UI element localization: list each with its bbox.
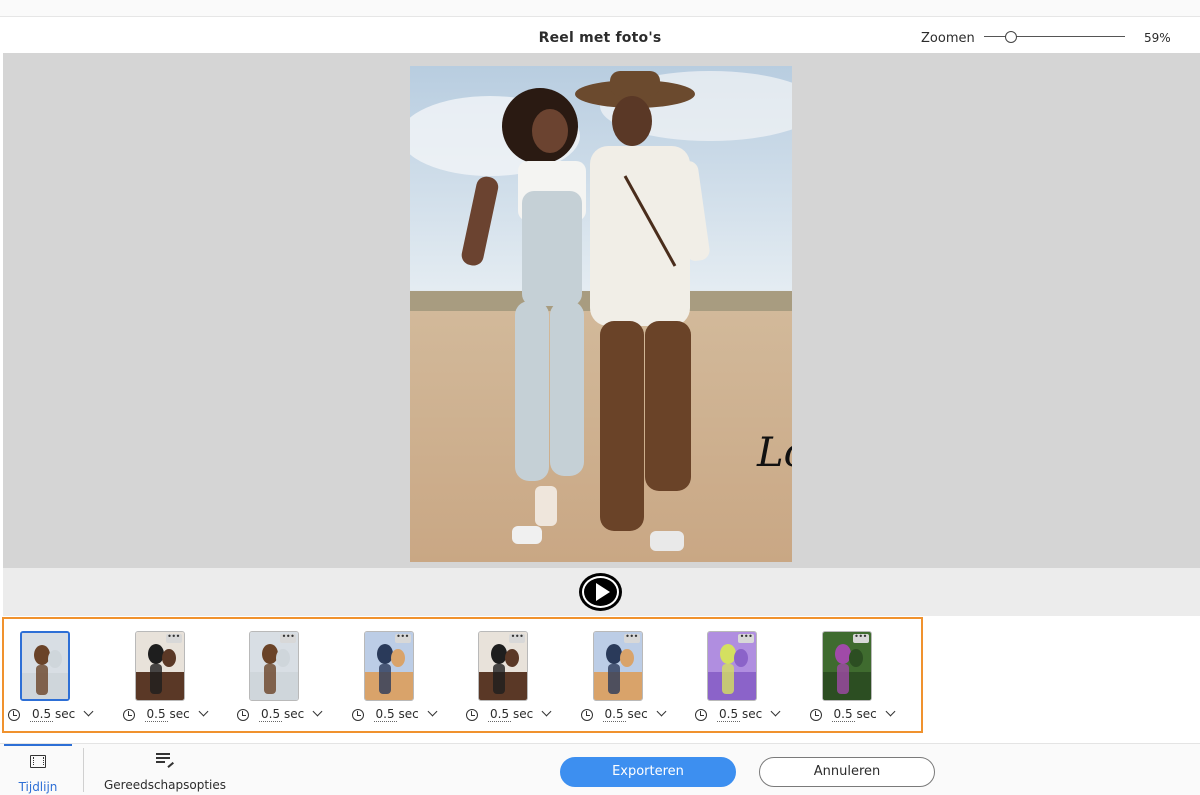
timeline-clip[interactable]: ••• 0.5 sec bbox=[122, 629, 234, 723]
duration-input[interactable]: 0.5 bbox=[144, 707, 168, 722]
clip-duration: 0.5 sec bbox=[580, 706, 680, 725]
zoom-value: 59% bbox=[1144, 31, 1171, 45]
tab-tool-options-label: Gereedschapsopties bbox=[103, 778, 227, 792]
clock-icon bbox=[466, 709, 478, 721]
duration-input[interactable]: 0.5 bbox=[717, 707, 741, 722]
clock-icon bbox=[695, 709, 707, 721]
timeline-strip: 0.5 sec ••• 0.5 sec ••• 0.5 sec ••• 0.5 sec ••• 0.5 s… bbox=[2, 617, 923, 733]
timeline-clip[interactable]: ••• 0.5 sec bbox=[580, 629, 692, 723]
clip-duration: 0.5 sec bbox=[694, 706, 794, 725]
clip-thumbnail-couple-hat-kiss[interactable]: ••• bbox=[134, 631, 185, 701]
export-button[interactable]: Exporteren bbox=[560, 757, 736, 787]
footer-divider bbox=[83, 748, 84, 792]
clip-duration: 0.5 sec bbox=[236, 706, 336, 725]
more-options-icon[interactable]: ••• bbox=[280, 633, 296, 643]
chevron-down-icon[interactable] bbox=[312, 706, 323, 717]
zoom-slider-handle[interactable] bbox=[1004, 31, 1017, 43]
clock-icon bbox=[351, 709, 364, 721]
chevron-down-icon[interactable] bbox=[198, 706, 208, 717]
duration-input[interactable]: 0.5 bbox=[373, 707, 397, 722]
clock-icon bbox=[809, 709, 822, 721]
chevron-down-icon[interactable] bbox=[770, 706, 781, 717]
zoom-label: Zoomen bbox=[921, 31, 975, 46]
duration-unit: sec bbox=[742, 707, 763, 721]
couple-walking-photo bbox=[410, 66, 792, 562]
duration-input[interactable]: 0.5 bbox=[259, 707, 283, 722]
film-strip-icon bbox=[30, 755, 46, 768]
duration-unit: sec bbox=[284, 707, 305, 721]
tool-options-icon bbox=[156, 753, 174, 768]
clip-duration: 0.5 sec bbox=[809, 706, 909, 725]
tab-timeline[interactable]: Tijdlijn bbox=[4, 744, 72, 795]
more-options-icon[interactable]: ••• bbox=[165, 633, 182, 643]
preview-area: Lo bbox=[3, 53, 1200, 568]
page-title: Reel met foto's bbox=[538, 30, 662, 46]
duration-input[interactable]: 0.5 bbox=[488, 707, 512, 722]
clock-icon bbox=[580, 709, 593, 721]
clip-duration: 0.5 sec bbox=[465, 706, 565, 725]
tab-timeline-label: Tijdlijn bbox=[18, 780, 58, 794]
duration-input[interactable]: 0.5 bbox=[30, 707, 54, 722]
clip-thumbnail-couple-hug[interactable]: ••• bbox=[363, 631, 414, 701]
duration-unit: sec bbox=[627, 707, 648, 721]
duration-unit: sec bbox=[398, 707, 419, 721]
clip-thumbnail-purple-flowers[interactable]: ••• bbox=[707, 631, 757, 701]
duration-unit: sec bbox=[55, 707, 76, 721]
duration-input[interactable]: 0.5 bbox=[831, 707, 855, 722]
more-options-icon[interactable]: ••• bbox=[509, 633, 525, 643]
footer: Tijdlijn Gereedschapsopties Exporteren A… bbox=[0, 743, 1200, 795]
clip-thumbnail-couple-walking[interactable]: ••• bbox=[249, 631, 299, 701]
more-options-icon[interactable]: ••• bbox=[852, 633, 869, 643]
chevron-down-icon[interactable] bbox=[656, 706, 666, 717]
timeline-clip[interactable]: ••• 0.5 sec bbox=[809, 629, 921, 723]
top-strip bbox=[0, 0, 1200, 17]
clip-duration: 0.5 sec bbox=[7, 706, 107, 725]
clock-icon bbox=[122, 709, 135, 721]
preview-photo: Lo bbox=[410, 66, 792, 562]
timeline-clip[interactable]: ••• 0.5 sec bbox=[351, 629, 463, 723]
tab-tool-options[interactable]: Gereedschapsopties bbox=[96, 744, 234, 795]
clip-duration: 0.5 sec bbox=[122, 706, 222, 725]
cancel-button[interactable]: Annuleren bbox=[759, 757, 935, 787]
duration-unit: sec bbox=[856, 707, 877, 721]
more-options-icon[interactable]: ••• bbox=[738, 633, 754, 643]
timeline-clip[interactable]: ••• 0.5 sec bbox=[465, 629, 577, 723]
chevron-down-icon[interactable] bbox=[541, 706, 552, 717]
player-bar bbox=[3, 568, 1200, 616]
more-options-icon[interactable]: ••• bbox=[394, 633, 411, 643]
clock-icon bbox=[237, 709, 249, 721]
play-button[interactable] bbox=[579, 573, 622, 611]
clip-thumbnail-couple-walking[interactable] bbox=[20, 631, 70, 701]
chevron-down-icon[interactable] bbox=[885, 706, 895, 717]
clip-thumbnail-couple-hat-kiss[interactable]: ••• bbox=[478, 631, 528, 701]
clip-thumbnail-hummingbird[interactable]: ••• bbox=[821, 631, 872, 701]
header: Reel met foto's Zoomen 59% bbox=[0, 17, 1200, 53]
chevron-down-icon[interactable] bbox=[427, 706, 437, 717]
timeline-clip[interactable]: ••• 0.5 sec bbox=[694, 629, 806, 723]
clip-thumbnail-couple-hug[interactable]: ••• bbox=[592, 631, 643, 701]
clock-icon bbox=[8, 709, 20, 721]
timeline-clip[interactable]: 0.5 sec bbox=[7, 629, 119, 723]
reel-editor-window: Reel met foto's Zoomen 59% L 0.5 sec •••… bbox=[0, 0, 1200, 795]
timeline-clip[interactable]: ••• 0.5 sec bbox=[236, 629, 348, 723]
clip-duration: 0.5 sec bbox=[351, 706, 451, 725]
chevron-down-icon[interactable] bbox=[83, 706, 94, 717]
duration-input[interactable]: 0.5 bbox=[602, 707, 626, 722]
preview-overlay-text: Lo bbox=[757, 430, 792, 476]
duration-unit: sec bbox=[169, 707, 190, 721]
duration-unit: sec bbox=[513, 707, 534, 721]
more-options-icon[interactable]: ••• bbox=[623, 633, 640, 643]
